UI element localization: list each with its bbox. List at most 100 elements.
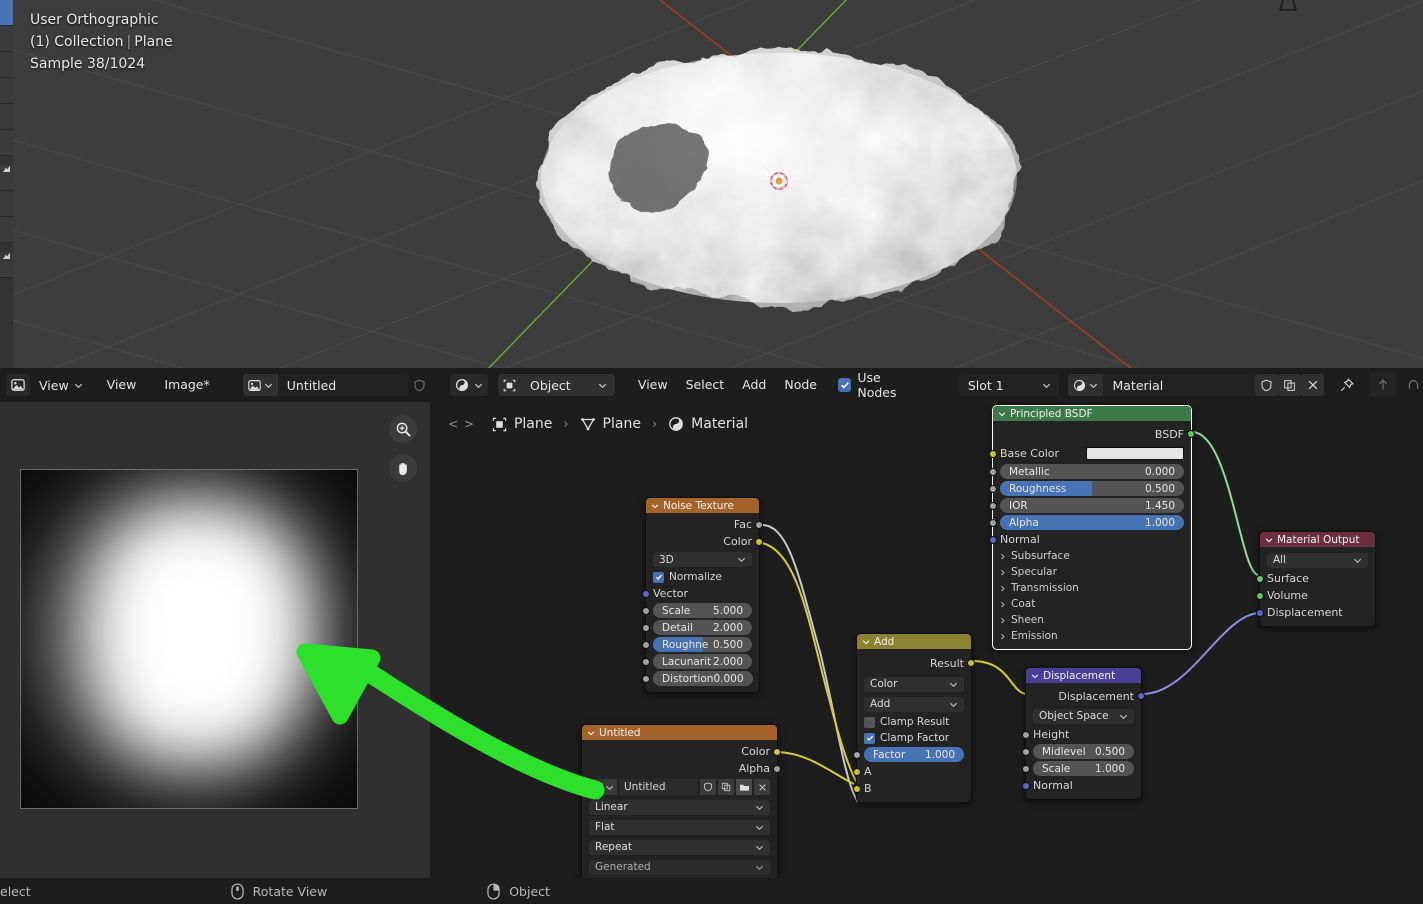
node-header-image-texture[interactable]: Untitled bbox=[582, 725, 777, 740]
tool-scale[interactable] bbox=[0, 130, 13, 156]
slider-factor[interactable]: Factor 1.000 bbox=[864, 747, 964, 762]
panel-sheen[interactable]: Sheen bbox=[993, 612, 1191, 628]
chevron-down-icon[interactable] bbox=[1265, 536, 1273, 544]
space-dropdown-row[interactable]: Object Space bbox=[1026, 706, 1141, 726]
node-header-displacement[interactable]: Displacement bbox=[1026, 668, 1141, 683]
breadcrumb-mesh-label[interactable]: Plane bbox=[603, 416, 641, 432]
socket-out-bsdf[interactable] bbox=[1187, 430, 1195, 438]
slider-row-bsdf-roughness[interactable]: Roughness 0.500 bbox=[989, 480, 1191, 497]
socket-out-displacement[interactable] bbox=[1137, 692, 1145, 700]
socket-in-lacunarity[interactable] bbox=[642, 657, 650, 666]
slider-disp-scale[interactable]: Scale 1.000 bbox=[1033, 761, 1134, 776]
node-header-noise-texture[interactable]: Noise Texture bbox=[646, 498, 759, 513]
base-color-swatch[interactable] bbox=[1086, 447, 1184, 460]
output-row-result[interactable]: Result bbox=[857, 652, 975, 674]
node-menu-view[interactable]: View bbox=[629, 374, 677, 396]
node-header-material-output[interactable]: Material Output bbox=[1260, 532, 1375, 547]
panel-transmission[interactable]: Transmission bbox=[993, 580, 1191, 596]
node-menu-node[interactable]: Node bbox=[775, 374, 826, 396]
slider-row-scale[interactable]: Scale 5.000 bbox=[642, 602, 759, 619]
socket-out-fac[interactable] bbox=[755, 520, 763, 529]
node-image-new-button[interactable] bbox=[718, 779, 734, 795]
tool-annotate[interactable] bbox=[0, 191, 13, 217]
socket-in-ior[interactable] bbox=[989, 501, 997, 510]
data-type-dropdown[interactable]: Color bbox=[864, 676, 964, 692]
tool-rotate[interactable] bbox=[0, 104, 13, 130]
socket-in-base-color[interactable] bbox=[989, 449, 997, 458]
projection-dropdown[interactable]: Flat bbox=[589, 819, 770, 835]
input-row-vector[interactable]: Vector bbox=[642, 585, 759, 602]
tool-add-cube[interactable] bbox=[0, 252, 13, 278]
panel-emission[interactable]: Emission bbox=[993, 628, 1191, 644]
socket-in-vector[interactable] bbox=[642, 589, 650, 598]
breadcrumb-prev-next[interactable]: < > bbox=[448, 417, 475, 431]
socket-in-factor[interactable] bbox=[853, 750, 861, 759]
projection-dropdown-row[interactable]: Flat bbox=[582, 817, 777, 837]
slider-row-lacunarity[interactable]: Lacunarit 2.000 bbox=[642, 653, 759, 670]
output-row-color[interactable]: Color bbox=[646, 533, 763, 550]
slider-row-metallic[interactable]: Metallic 0.000 bbox=[989, 463, 1191, 480]
node-image-texture[interactable]: Untitled Color Alpha Untitled Linear Fla… bbox=[581, 724, 781, 878]
3d-viewport[interactable]: User Orthographic (1) Collection | Plane S… bbox=[0, 0, 1423, 368]
clamp-factor-checkbox[interactable]: Clamp Factor bbox=[857, 730, 971, 746]
image-canvas[interactable] bbox=[20, 469, 358, 809]
shader-type-field[interactable]: Object bbox=[498, 374, 615, 396]
socket-in-metallic[interactable] bbox=[989, 467, 997, 476]
shader-node-editor[interactable]: < > Plane › Plane › Material Noise Textu… bbox=[430, 402, 1423, 878]
chevron-down-icon[interactable] bbox=[998, 410, 1006, 418]
node-header-mix-add[interactable]: Add bbox=[857, 634, 971, 649]
node-image-fake-user-button[interactable] bbox=[700, 779, 716, 795]
image-editor-body[interactable] bbox=[0, 402, 430, 878]
socket-in-detail[interactable] bbox=[642, 623, 650, 632]
image-datablock-row[interactable]: Untitled bbox=[582, 777, 777, 797]
material-new-button[interactable] bbox=[1278, 374, 1302, 396]
socket-in-height[interactable] bbox=[1022, 730, 1030, 739]
tool-measure[interactable] bbox=[0, 217, 13, 243]
slider-midlevel[interactable]: Midlevel 0.500 bbox=[1033, 744, 1134, 759]
tool-cursor[interactable] bbox=[0, 52, 13, 78]
zoom-tool-button[interactable] bbox=[389, 415, 417, 443]
base-color-row[interactable]: Base Color bbox=[989, 444, 1191, 463]
slider-row-ior[interactable]: IOR 1.450 bbox=[989, 497, 1191, 514]
interpolation-dropdown[interactable]: Linear bbox=[589, 799, 770, 815]
use-nodes-checkbox[interactable]: Use Nodes bbox=[837, 370, 921, 400]
input-row-volume[interactable]: Volume bbox=[1256, 587, 1375, 604]
slider-metallic[interactable]: Metallic 0.000 bbox=[1000, 464, 1184, 479]
chevron-down-icon[interactable] bbox=[651, 502, 659, 510]
output-row-img-alpha[interactable]: Alpha bbox=[582, 760, 781, 777]
snapping-button[interactable] bbox=[1402, 374, 1423, 396]
node-menu-select[interactable]: Select bbox=[677, 374, 734, 396]
socket-out-img-alpha[interactable] bbox=[773, 764, 781, 773]
output-row-bsdf[interactable]: BSDF bbox=[993, 424, 1195, 444]
input-row-surface[interactable]: Surface bbox=[1256, 570, 1375, 587]
output-row-fac[interactable]: Fac bbox=[646, 516, 763, 533]
node-image-open-button[interactable] bbox=[736, 779, 752, 795]
socket-in-bsdf-roughness[interactable] bbox=[989, 484, 997, 493]
slider-bsdf-roughness[interactable]: Roughness 0.500 bbox=[1000, 481, 1184, 496]
output-row-img-color[interactable]: Color bbox=[582, 743, 781, 760]
socket-in-disp-normal[interactable] bbox=[1022, 781, 1030, 790]
socket-in-midlevel[interactable] bbox=[1022, 747, 1030, 756]
slider-row-roughness[interactable]: Roughne 0.500 bbox=[642, 636, 759, 653]
input-row-a[interactable]: A bbox=[853, 763, 971, 780]
panel-subsurface[interactable]: Subsurface bbox=[993, 548, 1191, 564]
node-menu-add[interactable]: Add bbox=[733, 374, 775, 396]
data-type-dropdown-row[interactable]: Color bbox=[857, 674, 971, 694]
space-dropdown[interactable]: Object Space bbox=[1033, 708, 1134, 724]
chevron-down-icon[interactable] bbox=[862, 638, 870, 646]
tool-select-box[interactable] bbox=[0, 26, 13, 52]
image-fake-user-button[interactable] bbox=[409, 374, 430, 396]
pin-button[interactable] bbox=[1335, 374, 1358, 396]
node-displacement[interactable]: Displacement Displacement Object Space H… bbox=[1022, 667, 1145, 800]
slider-row-alpha[interactable]: Alpha 1.000 bbox=[989, 514, 1191, 531]
pan-tool-button[interactable] bbox=[389, 454, 417, 482]
slider-alpha[interactable]: Alpha 1.000 bbox=[1000, 515, 1184, 530]
slider-detail[interactable]: Detail 2.000 bbox=[653, 620, 752, 635]
breadcrumb-material-label[interactable]: Material bbox=[691, 416, 748, 432]
input-row-b[interactable]: B bbox=[853, 780, 971, 797]
tool-transform[interactable] bbox=[0, 165, 13, 191]
input-row-output-displacement[interactable]: Displacement bbox=[1256, 604, 1375, 621]
input-row-bsdf-normal[interactable]: Normal bbox=[989, 531, 1191, 548]
slider-row-midlevel[interactable]: Midlevel 0.500 bbox=[1022, 743, 1141, 760]
panel-specular[interactable]: Specular bbox=[993, 564, 1191, 580]
